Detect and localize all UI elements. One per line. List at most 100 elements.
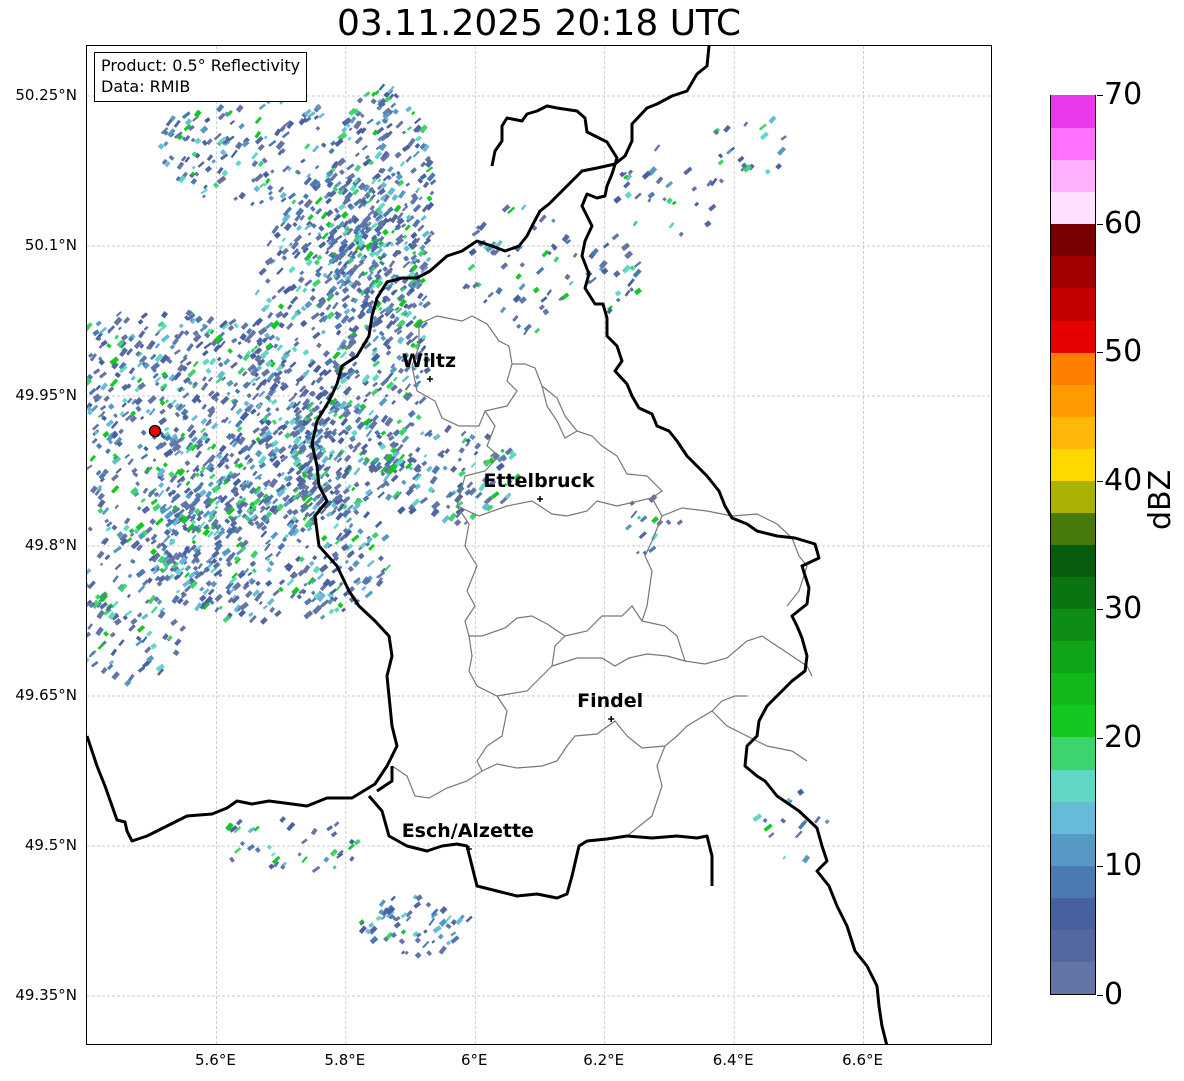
echo-cell bbox=[418, 196, 423, 201]
echo-cell bbox=[295, 381, 300, 387]
echo-cell bbox=[276, 249, 283, 257]
echo-cell bbox=[419, 261, 429, 271]
echo-cell bbox=[483, 495, 493, 505]
echo-cell bbox=[655, 176, 664, 185]
echo-cell bbox=[572, 252, 578, 258]
echo-cell bbox=[286, 578, 295, 587]
echo-cell bbox=[128, 624, 136, 632]
city-marker bbox=[537, 496, 543, 502]
echo-cell bbox=[227, 324, 235, 332]
echo-cell bbox=[292, 221, 298, 228]
echo-cell bbox=[239, 840, 246, 847]
radar-map[interactable] bbox=[86, 45, 992, 1045]
radar-site-marker[interactable] bbox=[148, 424, 162, 438]
echo-cell bbox=[206, 316, 215, 325]
echo-cell bbox=[260, 616, 268, 625]
echo-cell bbox=[400, 929, 407, 935]
echo-cell bbox=[174, 638, 182, 646]
echo-cell bbox=[165, 486, 171, 493]
echo-cell bbox=[248, 611, 254, 618]
echo-cell bbox=[377, 491, 385, 499]
echo-cell bbox=[372, 335, 379, 343]
echo-cell bbox=[290, 295, 299, 305]
echo-cell bbox=[351, 486, 356, 492]
echo-cell bbox=[419, 277, 426, 284]
echo-cell bbox=[446, 940, 452, 946]
echo-cell bbox=[254, 345, 259, 350]
echo-cell bbox=[401, 375, 410, 383]
echo-cell bbox=[405, 916, 412, 922]
echo-cell bbox=[388, 260, 396, 268]
echo-cell bbox=[184, 572, 190, 578]
echo-cell bbox=[310, 590, 316, 596]
echo-cell bbox=[269, 606, 276, 613]
echo-cell bbox=[507, 254, 511, 258]
echo-cell bbox=[315, 234, 323, 241]
echo-cell bbox=[346, 163, 355, 171]
echo-cell bbox=[211, 159, 216, 164]
echo-cell bbox=[665, 519, 672, 526]
echo-cell bbox=[122, 397, 128, 404]
echo-cell bbox=[404, 950, 409, 955]
echo-cell bbox=[267, 184, 274, 191]
echo-cell bbox=[300, 319, 308, 328]
echo-cell bbox=[184, 118, 193, 126]
echo-cell bbox=[694, 201, 700, 207]
echo-cell bbox=[396, 388, 403, 395]
echo-cell bbox=[242, 466, 247, 471]
echo-cell bbox=[364, 480, 371, 487]
echo-cell bbox=[251, 151, 259, 160]
echo-cell bbox=[420, 430, 425, 436]
echo-cell bbox=[326, 311, 335, 320]
echo-cell bbox=[178, 323, 184, 329]
echo-cell bbox=[392, 376, 398, 382]
echo-cell bbox=[124, 453, 130, 459]
echo-cell bbox=[468, 248, 477, 257]
echo-cell bbox=[137, 612, 143, 618]
echo-cell bbox=[152, 458, 157, 463]
echo-cell bbox=[143, 325, 149, 331]
echo-cell bbox=[110, 648, 118, 657]
echo-cell bbox=[289, 361, 297, 369]
echo-cell bbox=[405, 319, 414, 328]
echo-cell bbox=[425, 256, 432, 263]
echo-cell bbox=[429, 190, 435, 196]
echo-cell bbox=[768, 832, 775, 839]
echo-cell bbox=[353, 441, 362, 450]
echo-cell bbox=[380, 915, 386, 921]
colorbar-band bbox=[1051, 608, 1095, 642]
echo-cell bbox=[126, 593, 131, 599]
echo-cell bbox=[387, 186, 396, 196]
echo-cell bbox=[318, 241, 327, 249]
echo-cell bbox=[205, 367, 212, 375]
echo-cell bbox=[414, 400, 420, 406]
echo-cell bbox=[387, 165, 394, 173]
echo-cell bbox=[500, 448, 505, 453]
echo-cell bbox=[386, 122, 393, 129]
canton-borders bbox=[391, 315, 813, 837]
echo-cell bbox=[615, 297, 621, 303]
echo-cell bbox=[246, 392, 252, 399]
echo-cell bbox=[96, 609, 106, 620]
echo-cell bbox=[361, 585, 367, 592]
colorbar-band bbox=[1051, 448, 1095, 481]
echo-cell bbox=[193, 109, 202, 118]
echo-cell bbox=[297, 852, 302, 857]
echo-cell bbox=[358, 925, 367, 934]
echo-cell bbox=[254, 116, 262, 125]
echo-cell bbox=[279, 221, 286, 227]
echo-cell bbox=[627, 169, 634, 175]
echo-cell bbox=[206, 446, 212, 451]
echo-cell bbox=[196, 515, 203, 522]
echo-cell bbox=[297, 276, 305, 284]
echo-cell bbox=[190, 178, 198, 185]
echo-cell bbox=[483, 298, 488, 304]
echo-cell bbox=[87, 464, 93, 470]
colorbar-tick-label: 40 bbox=[1104, 462, 1143, 498]
echo-cell bbox=[293, 341, 300, 348]
echo-cell bbox=[235, 104, 244, 113]
colorbar-band bbox=[1051, 865, 1095, 898]
echo-cell bbox=[291, 346, 298, 353]
echo-cell bbox=[144, 598, 150, 605]
echo-cell bbox=[233, 322, 239, 329]
